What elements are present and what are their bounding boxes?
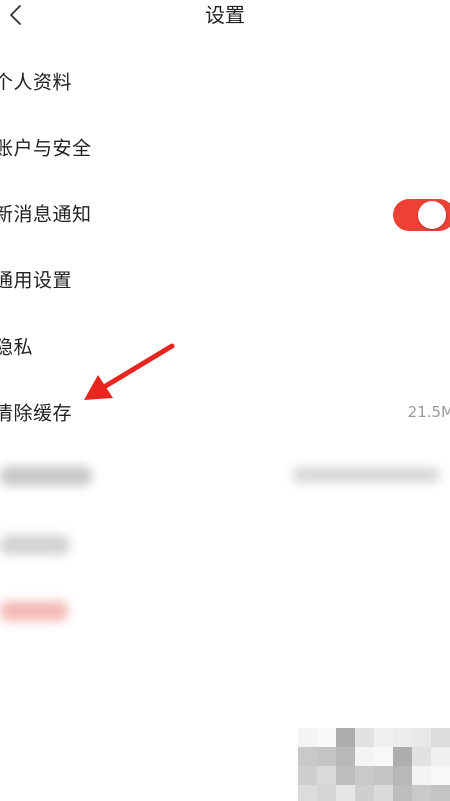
mosaic-cell [431,728,450,747]
mosaic-cell [336,728,355,747]
mosaic-cell [374,766,393,785]
settings-item-label: 通用设置 [0,269,73,292]
settings-item-clear-cache[interactable]: 清除缓存 21.5M [0,384,450,440]
mosaic-cell [393,766,412,785]
mosaic-cell [317,747,336,766]
mosaic-cell [431,766,450,785]
mosaic-cell [298,747,317,766]
mosaic-cell [412,747,431,766]
mosaic-cell [355,728,374,747]
blurred-row-label [0,601,68,621]
settings-item-notifications[interactable]: 新消息通知 [0,185,450,241]
settings-item-profile[interactable]: 个人资料 [0,53,450,109]
settings-item-label: 隐私 [0,336,34,359]
mosaic-cell [374,728,393,747]
page-title: 设置 [205,3,245,27]
mosaic-cell [412,728,431,747]
mosaic-cell [374,785,393,801]
blurred-row-label [0,466,92,486]
mosaic-cell [298,785,317,801]
settings-item-label: 新消息通知 [0,203,92,226]
mosaic-cell [393,728,412,747]
mosaic-cell [412,766,431,785]
settings-screen: 设置 个人资料 账户与安全 新消息通知 通用设置 隐私 清除缓存 21.5M [0,0,450,801]
pixelated-watermark [298,728,450,801]
mosaic-cell [412,785,431,801]
notifications-toggle[interactable] [393,199,450,231]
blurred-row-value [292,467,440,483]
mosaic-cell [431,785,450,801]
mosaic-cell [355,766,374,785]
mosaic-cell [355,785,374,801]
toggle-knob [418,201,446,229]
mosaic-cell [336,766,355,785]
mosaic-cell [298,766,317,785]
settings-item-label: 个人资料 [0,71,73,94]
header: 设置 [0,0,450,34]
settings-item-label: 清除缓存 [0,402,73,425]
mosaic-cell [393,785,412,801]
settings-item-label: 账户与安全 [0,137,92,160]
mosaic-cell [336,785,355,801]
settings-item-account-security[interactable]: 账户与安全 [0,119,450,175]
annotation-arrow-icon [84,343,175,400]
mosaic-cell [317,785,336,801]
mosaic-cell [374,747,393,766]
mosaic-cell [317,766,336,785]
blurred-row-label [0,535,70,555]
cache-size-value: 21.5M [407,403,450,421]
mosaic-cell [336,747,355,766]
mosaic-cell [393,747,412,766]
mosaic-cell [431,747,450,766]
settings-item-privacy[interactable]: 隐私 [0,318,450,374]
settings-item-general[interactable]: 通用设置 [0,251,450,307]
mosaic-cell [298,728,317,747]
mosaic-cell [355,747,374,766]
mosaic-cell [317,728,336,747]
